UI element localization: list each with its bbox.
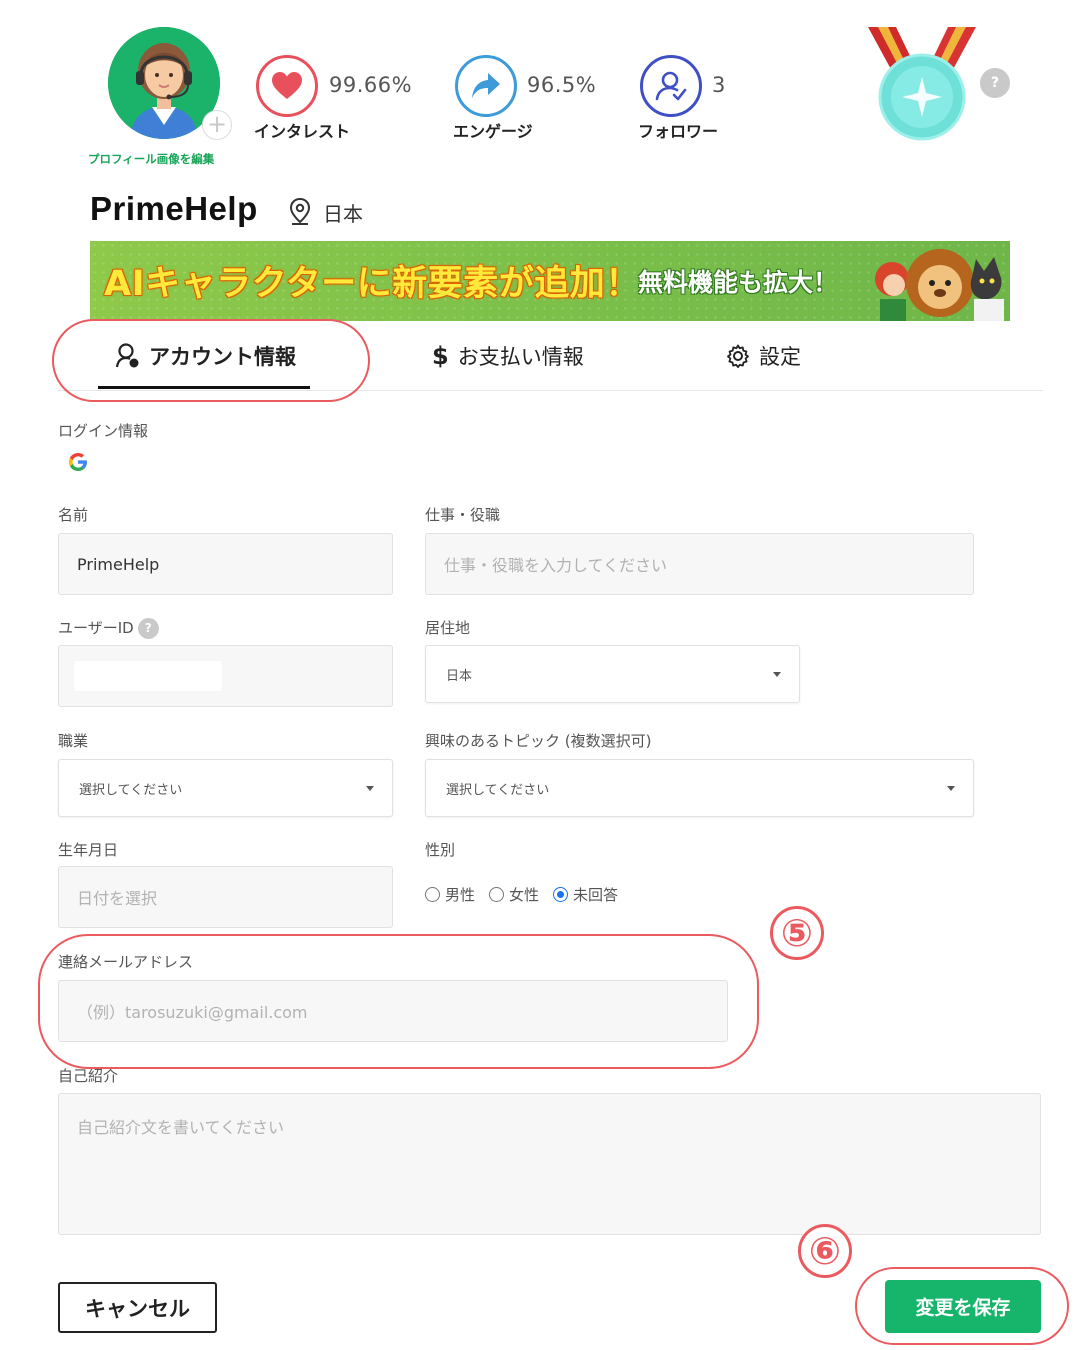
radio-circle-icon — [425, 887, 440, 902]
name-label: 名前 — [58, 506, 89, 524]
topics-label: 興味のあるトピック (複数選択可) — [425, 732, 652, 750]
chevron-down-icon — [773, 672, 781, 677]
login-info-label: ログイン情報 — [58, 422, 149, 440]
location-pin-icon — [289, 197, 311, 230]
gender-female-label: 女性 — [509, 886, 540, 904]
user-id-redacted — [74, 661, 222, 691]
residence-label: 居住地 — [425, 619, 471, 637]
highlight-account-tab — [52, 319, 370, 402]
job-input[interactable]: 仕事・役職を入力してください — [425, 533, 974, 595]
profile-location: 日本 — [323, 202, 363, 226]
profile-username: PrimeHelp — [90, 190, 258, 227]
gender-male-label: 男性 — [445, 886, 476, 904]
cancel-button[interactable]: キャンセル — [58, 1282, 217, 1333]
promo-banner[interactable]: AIキャラクターに新要素が追加！ 無料機能も拡大！ — [90, 241, 1010, 321]
tab-settings[interactable]: 設定 — [726, 338, 801, 374]
topics-select[interactable]: 選択してください — [425, 759, 974, 817]
heart-icon — [256, 55, 318, 117]
birthday-label: 生年月日 — [58, 841, 119, 859]
edit-avatar-link[interactable]: プロフィール画像を編集 — [88, 151, 214, 167]
occupation-select[interactable]: 選択してください — [58, 759, 393, 817]
topics-value: 選択してください — [446, 782, 550, 798]
email-label-overlay: 連絡メールアドレス — [58, 951, 194, 972]
residence-value: 日本 — [446, 668, 473, 684]
name-input[interactable]: PrimeHelp — [58, 533, 393, 595]
occupation-label: 職業 — [58, 732, 89, 750]
gender-none-radio[interactable]: 未回答 — [553, 884, 618, 905]
birthday-input[interactable]: 日付を選択 — [58, 866, 393, 928]
follower-icon — [640, 55, 702, 117]
tab-settings-label: 設定 — [759, 345, 801, 369]
user-id-label: ユーザーID? — [58, 617, 159, 639]
gear-icon — [726, 344, 750, 368]
gender-female-radio[interactable]: 女性 — [489, 884, 539, 905]
radio-circle-icon — [489, 887, 505, 902]
banner-sub-text: 無料機能も拡大！ — [638, 268, 839, 297]
chevron-down-icon — [366, 786, 374, 791]
gender-male-radio[interactable]: 男性 — [425, 884, 475, 905]
user-id-label-text: ユーザーID — [58, 619, 134, 637]
occupation-value: 選択してください — [79, 782, 183, 798]
step-5-badge: ⑤ — [770, 906, 824, 960]
user-id-help-icon[interactable]: ? — [137, 618, 159, 639]
engage-value: 96.5% — [527, 73, 597, 97]
share-arrow-icon — [455, 55, 517, 117]
badge-help-icon[interactable]: ? — [980, 68, 1010, 98]
gender-radio-group: 男性 女性 未回答 — [425, 884, 632, 905]
bio-textarea[interactable]: 自己紹介文を書いてください — [58, 1093, 1041, 1235]
highlight-save-button — [855, 1267, 1069, 1345]
google-icon — [68, 452, 88, 476]
engage-label: エンゲージ — [453, 122, 533, 141]
radio-selected-icon — [553, 887, 569, 902]
step-6-badge: ⑥ — [798, 1224, 852, 1278]
residence-select[interactable]: 日本 — [425, 645, 800, 703]
rank-medal-icon — [866, 27, 978, 143]
job-label: 仕事・役職 — [425, 506, 501, 524]
chevron-down-icon — [947, 786, 955, 791]
add-avatar-icon[interactable]: + — [202, 110, 232, 140]
banner-characters-image — [870, 241, 1010, 321]
tab-payment-label: お支払い情報 — [457, 345, 584, 369]
gender-none-label: 未回答 — [573, 886, 619, 904]
banner-main-text: AIキャラクターに新要素が追加！ — [104, 264, 641, 304]
followers-label: フォロワー — [638, 122, 719, 141]
interest-label: インタレスト — [254, 122, 351, 141]
tab-payment[interactable]: $ お支払い情報 — [432, 338, 584, 374]
interest-value: 99.66% — [329, 73, 413, 97]
dollar-icon: $ — [432, 342, 449, 370]
followers-value: 3 — [712, 73, 726, 97]
gender-label: 性別 — [425, 841, 456, 859]
